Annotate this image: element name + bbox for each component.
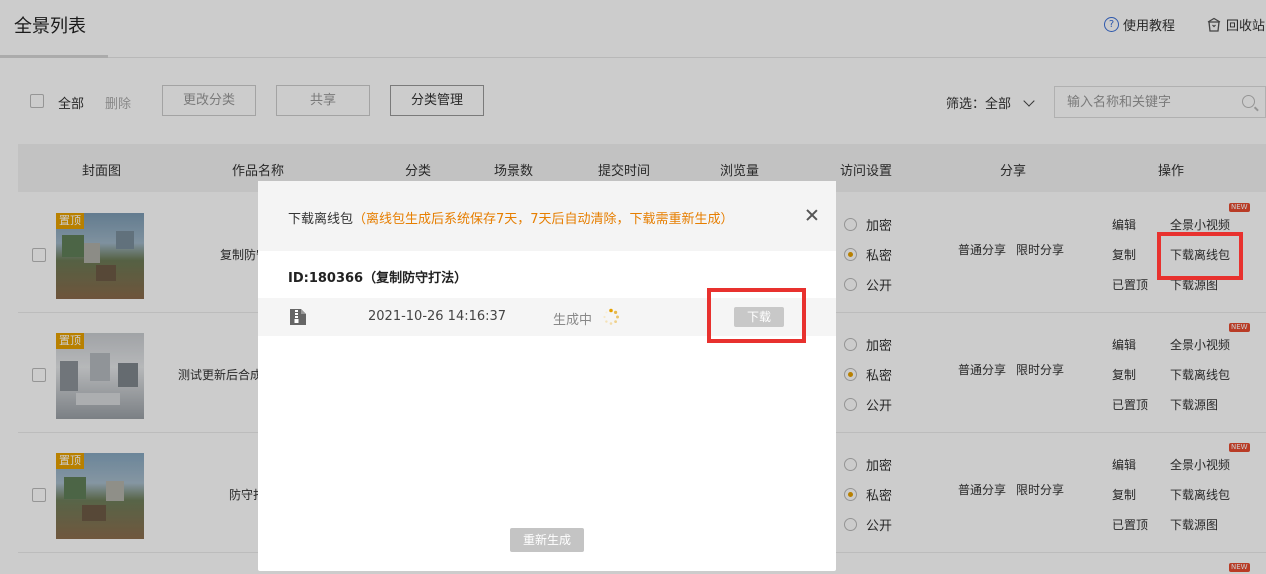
- highlight-frame: [1157, 232, 1243, 280]
- loading-spinner-icon: [603, 308, 619, 325]
- dialog-title: 下载离线包（离线包生成后系统保存7天，7天后自动清除，下载需重新生成）: [288, 212, 734, 227]
- archive-file-icon: [290, 309, 306, 325]
- dialog-header: 下载离线包（离线包生成后系统保存7天，7天后自动清除，下载需重新生成）: [258, 181, 836, 251]
- package-time: 2021-10-26 14:16:37: [368, 309, 507, 324]
- close-icon[interactable]: [806, 209, 818, 221]
- regenerate-button[interactable]: 重新生成: [510, 528, 584, 552]
- package-status: 生成中: [553, 313, 593, 328]
- download-offline-dialog: 下载离线包（离线包生成后系统保存7天，7天后自动清除，下载需重新生成） ID:1…: [258, 181, 836, 571]
- highlight-frame: [707, 288, 806, 343]
- dialog-note: （离线包生成后系统保存7天，7天后自动清除，下载需重新生成）: [353, 212, 734, 227]
- work-id-label: ID:180366（复制防守打法）: [288, 271, 468, 286]
